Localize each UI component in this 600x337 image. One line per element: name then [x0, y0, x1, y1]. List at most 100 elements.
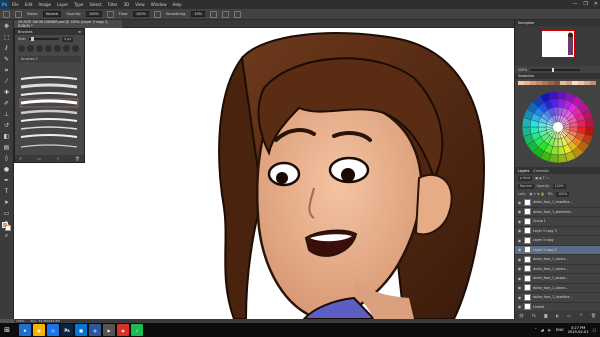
taskbar-app-icon[interactable]: ♪ — [131, 324, 143, 336]
zoom-tool-icon[interactable]: ⌕ — [3, 232, 11, 240]
brush-preset[interactable] — [72, 45, 79, 52]
visibility-eye-icon[interactable]: ◉ — [517, 257, 522, 262]
taskbar-app-icon[interactable]: ■ — [75, 324, 87, 336]
layer-name[interactable]: dollar_face_1_sketched... — [533, 210, 573, 214]
mode-select[interactable]: Normal — [43, 11, 62, 17]
menu-select[interactable]: Select — [86, 2, 104, 7]
quick-select-tool-icon[interactable]: ✎ — [3, 56, 11, 64]
layer-row[interactable]: ◉ dollar_face_1_sketched... — [515, 208, 600, 217]
taskbar-app-icon[interactable]: ▶ — [103, 324, 115, 336]
document-canvas[interactable] — [14, 28, 514, 319]
maximize-button[interactable]: ❐ — [583, 1, 587, 7]
notifications-icon[interactable]: ▢ — [593, 328, 596, 332]
layer-row[interactable]: ◉ Layer 3 copy 3 — [515, 227, 600, 236]
eyedropper-tool-icon[interactable]: ⁄ — [3, 78, 11, 86]
layer-row[interactable]: ◉ dollar_face_1_colors... — [515, 284, 600, 293]
menu-edit[interactable]: Edit — [22, 2, 36, 7]
brush-settings-icon[interactable]: ✐ — [19, 156, 22, 161]
layer-kind-filter[interactable]: ρ Kind — [518, 175, 533, 181]
swatch-color[interactable] — [590, 81, 596, 85]
layer-row[interactable]: ◉ dollar_face_1_headline... — [515, 198, 600, 208]
brush-preset-picker-icon[interactable] — [15, 10, 22, 18]
menu-layer[interactable]: Layer — [54, 2, 71, 7]
brush-size-knob[interactable] — [31, 37, 35, 41]
type-tool-icon[interactable]: T — [3, 188, 11, 196]
layer-mask-icon[interactable]: ◙ — [544, 313, 548, 318]
navigator-preview[interactable] — [515, 26, 600, 66]
visibility-eye-icon[interactable]: ◉ — [517, 295, 522, 300]
menu-help[interactable]: Help — [169, 2, 184, 7]
adjustment-layer-icon[interactable]: ◐ — [556, 313, 560, 318]
menu-image[interactable]: Image — [35, 2, 54, 7]
delete-layer-icon[interactable]: 🗑 — [591, 313, 596, 318]
layer-row[interactable]: ◉ dollar_face_1_headline... — [515, 293, 600, 303]
blend-mode-select[interactable]: Normal — [518, 183, 534, 189]
gradient-tool-icon[interactable]: ▤ — [3, 144, 11, 152]
pen-tool-icon[interactable]: ✒ — [3, 177, 11, 185]
pressure-size-icon[interactable] — [222, 10, 230, 18]
visibility-eye-icon[interactable]: ◉ — [517, 247, 522, 252]
visibility-eye-icon[interactable]: ◉ — [517, 285, 522, 290]
clock[interactable]: 3:27 PM 2019-02-01 — [568, 326, 589, 334]
layer-row[interactable]: ◉ dollar_face_1_colors... — [515, 265, 600, 274]
taskbar-app-icon[interactable]: ◍ — [89, 324, 101, 336]
path-select-tool-icon[interactable]: ➤ — [3, 199, 11, 207]
brush-preset[interactable] — [63, 45, 70, 52]
visibility-eye-icon[interactable]: ◉ — [517, 228, 522, 233]
healing-tool-icon[interactable]: ✚ — [3, 89, 11, 97]
airbrush-icon[interactable] — [153, 10, 161, 18]
visibility-eye-icon[interactable]: ◉ — [517, 200, 522, 205]
taskbar-app-icon[interactable]: ◎ — [47, 324, 59, 336]
brush-tool-icon[interactable] — [3, 10, 10, 18]
link-layers-icon[interactable]: ⛓ — [519, 313, 524, 318]
start-button[interactable]: ⊞ — [0, 323, 14, 337]
brush-preset[interactable] — [27, 45, 34, 52]
brush-preset[interactable] — [45, 45, 52, 52]
visibility-eye-icon[interactable]: ◉ — [517, 304, 522, 309]
layer-name[interactable]: Layer 3 copy 2 — [533, 248, 557, 252]
layer-row[interactable]: ◉ Layer 3 copy — [515, 236, 600, 246]
pressure-opacity-icon[interactable] — [106, 10, 114, 18]
document-tab[interactable]: 29-FATE SNOW DINNER.psd @ 100% (Layer 3 … — [14, 20, 122, 28]
brush-size-slider[interactable] — [29, 37, 60, 41]
layer-row[interactable]: ◉ dollar_face_1_colors... — [515, 255, 600, 265]
brush-stroke-previews[interactable] — [19, 75, 79, 153]
smoothing-field[interactable]: 10% — [191, 11, 206, 17]
language-indicator[interactable]: ENG — [556, 328, 564, 332]
menu-file[interactable]: File — [9, 2, 22, 7]
blur-tool-icon[interactable]: ◊ — [3, 155, 11, 163]
menu-filter[interactable]: Filter — [105, 2, 121, 7]
stamp-tool-icon[interactable]: ⊥ — [3, 111, 11, 119]
panel-menu-icon[interactable]: ≡ — [78, 30, 81, 34]
taskbar-app-icon[interactable]: Ps — [61, 324, 73, 336]
layer-name[interactable]: Lineart — [533, 305, 544, 309]
layer-row[interactable]: ◉ dollar_face_1_shape... — [515, 274, 600, 284]
color-wheel[interactable] — [515, 87, 600, 167]
menu-view[interactable]: View — [132, 2, 148, 7]
layer-opacity-field[interactable]: 100% — [552, 183, 566, 189]
layer-name[interactable]: dollar_face_1_colors... — [533, 267, 568, 271]
visibility-eye-icon[interactable]: ◉ — [517, 276, 522, 281]
menu-3d[interactable]: 3D — [121, 2, 133, 7]
symmetry-icon[interactable] — [234, 10, 242, 18]
new-layer-icon[interactable]: ＋ — [579, 312, 583, 318]
network-icon[interactable]: ◢ — [541, 328, 544, 332]
layer-name[interactable]: dollar_face_1_colors... — [533, 257, 568, 261]
new-group-icon[interactable]: ▭ — [567, 313, 571, 318]
move-tool-icon[interactable]: ✥ — [3, 23, 11, 31]
menu-window[interactable]: Window — [148, 2, 170, 7]
menu-type[interactable]: Type — [71, 2, 86, 7]
layer-name[interactable]: dollar_face_1_colors... — [533, 286, 568, 290]
taskbar-app-icon[interactable]: ▣ — [33, 324, 45, 336]
navigator-zoom-slider[interactable] — [530, 67, 581, 72]
lasso-tool-icon[interactable]: ℓ — [3, 45, 11, 53]
layer-name[interactable]: Layer 3 copy — [533, 238, 554, 242]
dodge-tool-icon[interactable]: ● — [3, 166, 11, 174]
lock-icons[interactable]: ▦ ✎ ✥ 🔒 — [529, 192, 544, 196]
brush-preset[interactable] — [54, 45, 61, 52]
crop-tool-icon[interactable]: ⌗ — [3, 67, 11, 75]
layer-name[interactable]: Group 1 — [533, 219, 546, 223]
brush-preset[interactable] — [18, 45, 25, 52]
new-brush-icon[interactable]: ＋ — [56, 156, 60, 162]
layer-name[interactable]: dollar_face_1_shape... — [533, 276, 568, 280]
